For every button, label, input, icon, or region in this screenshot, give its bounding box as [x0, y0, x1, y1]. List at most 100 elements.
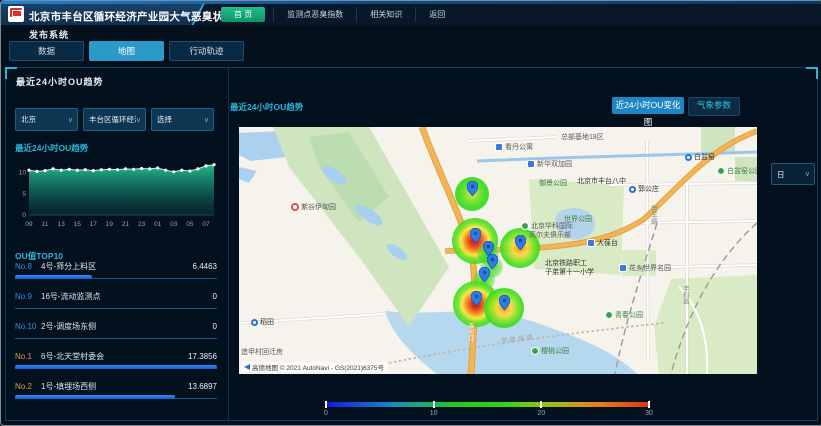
legend-tick-mark — [648, 401, 650, 408]
site-name: 4号-筛分上料区 — [41, 261, 193, 272]
map-label: 樱桃公园 — [531, 347, 569, 355]
legend-tick-mark — [433, 401, 435, 408]
rank-label: No.2 — [15, 382, 41, 391]
tab-1[interactable]: 数据 — [9, 41, 84, 61]
main-panel: 最近24小时OU趋势 北京∨丰台区循环经济产∨选择∨ 最近24小时OU趋势 05… — [5, 67, 818, 421]
map-label: 造甲村回迁房 — [241, 349, 283, 356]
metro-icon — [629, 186, 636, 193]
map-label: 樊羊路 — [649, 205, 656, 225]
rank-label: No.1 — [15, 352, 41, 361]
weather-params-button[interactable]: 气象参数 — [688, 97, 740, 116]
top-list-item[interactable]: No.102号-调度场东侧0 — [15, 321, 217, 351]
nav-item-3[interactable]: 相关知识 — [356, 7, 415, 22]
svg-text:5: 5 — [22, 191, 26, 198]
top-list-item[interactable]: No.916号-流动监测点0 — [15, 291, 217, 321]
map-label-text: 白盆窑公园 — [727, 168, 757, 175]
map-label-text: 樱桃公园 — [541, 348, 569, 355]
map-label-text: 造甲村回迁房 — [241, 349, 283, 356]
legend-tick-label: 30 — [645, 410, 653, 417]
svg-text:09: 09 — [25, 221, 33, 228]
value-bar-fill — [15, 275, 92, 279]
legend-tick-mark — [540, 401, 542, 408]
ou-top-list: No.84号-筛分上料区6.4463No.916号-流动监测点0No.102号-… — [15, 261, 217, 411]
value-bar — [15, 365, 217, 371]
legend-tick-label: 10 — [430, 410, 438, 417]
dropdown-value: 北京 — [16, 114, 68, 125]
chevron-down-icon: ∨ — [136, 116, 145, 124]
poi-icon — [587, 239, 595, 247]
dropdown-value: 丰台区循环经济产 — [84, 114, 136, 125]
map-label: 看丹公寓 — [495, 143, 533, 151]
top-item-row: No.916号-流动监测点0 — [15, 291, 217, 303]
filter-dropdown-2[interactable]: 丰台区循环经济产∨ — [83, 108, 146, 131]
svg-text:21: 21 — [122, 221, 130, 228]
map-label-text: 北京市丰台八中 — [577, 178, 626, 185]
park-icon — [717, 167, 725, 175]
panel-divider — [228, 68, 229, 420]
park-icon — [521, 222, 529, 230]
map-label-text: 新华双加园 — [537, 161, 572, 168]
map-canvas[interactable]: 看丹公寓总部基地18区新华双加园御景公园北京市丰台八中世界公园白盆窑白盆窑公园郭… — [239, 127, 757, 374]
nav-item-1[interactable]: 首 页 — [221, 7, 265, 22]
map-attribution-text: 高德地图 © 2021 AutoNavi - GS(2021)6375号 — [252, 362, 384, 372]
map-label-text: 大葆台 — [597, 240, 618, 247]
map-label-text: 总部基地18区 — [561, 134, 604, 141]
poi-icon — [495, 143, 503, 151]
rank-label: No.10 — [15, 322, 41, 331]
value-bar-track — [15, 338, 217, 339]
autonavi-logo-icon — [244, 364, 250, 370]
top-item-row: No.16号-北天堂村委会17.3856 — [15, 351, 217, 363]
main-nav: 首 页监测点恶臭指数相关知识返回 — [221, 4, 458, 25]
nav-item-2[interactable]: 监测点恶臭指数 — [273, 7, 356, 22]
site-name: 1号-填埋场西侧 — [41, 381, 188, 392]
map-label: 子弟第十一小学 — [545, 269, 594, 276]
ou-value: 0 — [213, 322, 217, 331]
nav-item-4[interactable]: 返回 — [415, 7, 458, 22]
svg-text:03: 03 — [170, 221, 178, 228]
poi-icon — [527, 160, 535, 168]
rank-label: No.8 — [15, 262, 41, 271]
svg-text:15: 15 — [74, 221, 82, 228]
ou-trend-chart: 0510091113151719212301030507 — [13, 151, 219, 229]
ou-value: 6.4463 — [193, 262, 217, 271]
map-period-value: 日 — [772, 169, 805, 180]
filter-dropdown-1[interactable]: 北京∨ — [15, 108, 78, 131]
map-label-text: 白盆窑 — [694, 154, 715, 161]
map-label-text: 北京铁路职工 — [545, 260, 587, 267]
ou-color-legend — [325, 402, 650, 407]
map-label-text: 丰科路 — [681, 285, 688, 305]
chevron-down-icon: ∨ — [204, 116, 213, 124]
map-label: 郭公庄 — [629, 186, 659, 193]
metro-icon — [251, 319, 258, 326]
svg-text:23: 23 — [138, 221, 146, 228]
site-name: 2号-调度场东侧 — [41, 321, 213, 332]
app-header: 北京市丰台区循环经济产业园大气恶臭状况实时 首 页监测点恶臭指数相关知识返回 — [1, 4, 821, 25]
park-icon — [605, 311, 613, 319]
value-bar-fill — [15, 365, 217, 369]
map-label: 白盆窑 — [685, 154, 715, 161]
ou-change-map-button[interactable]: 近24小时OU变化图 — [612, 97, 684, 114]
svg-text:0: 0 — [22, 212, 26, 219]
top-list-item[interactable]: No.21号-填埋场西侧13.6897 — [15, 381, 217, 411]
top-list-item[interactable]: No.16号-北天堂村委会17.3856 — [15, 351, 217, 381]
map-attribution: 高德地图 © 2021 AutoNavi - GS(2021)6375号 — [241, 362, 387, 372]
map-period-dropdown[interactable]: 日 ∨ — [771, 163, 815, 185]
svg-text:13: 13 — [58, 221, 66, 228]
rank-label: No.9 — [15, 292, 41, 301]
filter-dropdown-3[interactable]: 选择∨ — [151, 108, 214, 131]
site-name: 16号-流动监测点 — [41, 291, 213, 302]
map-label: 紫谷伊甸园 — [291, 203, 336, 211]
filter-bar: 北京∨丰台区循环经济产∨选择∨ — [15, 108, 214, 131]
tab-3[interactable]: 行动轨迹 — [169, 41, 244, 61]
tab-2[interactable]: 地图 — [89, 41, 164, 61]
map-label-text: 子弟第十一小学 — [545, 269, 594, 276]
value-bar-fill — [15, 395, 175, 399]
map-label: 丰科路 — [681, 285, 688, 305]
top-list-item[interactable]: No.84号-筛分上料区6.4463 — [15, 261, 217, 291]
value-bar — [15, 395, 217, 401]
svg-text:05: 05 — [186, 221, 194, 228]
map-label-text: 郭公庄 — [638, 186, 659, 193]
map-label-text: 北京华科国际 — [531, 223, 573, 230]
app-logo-icon — [8, 6, 24, 22]
ou-value: 17.3856 — [188, 352, 217, 361]
